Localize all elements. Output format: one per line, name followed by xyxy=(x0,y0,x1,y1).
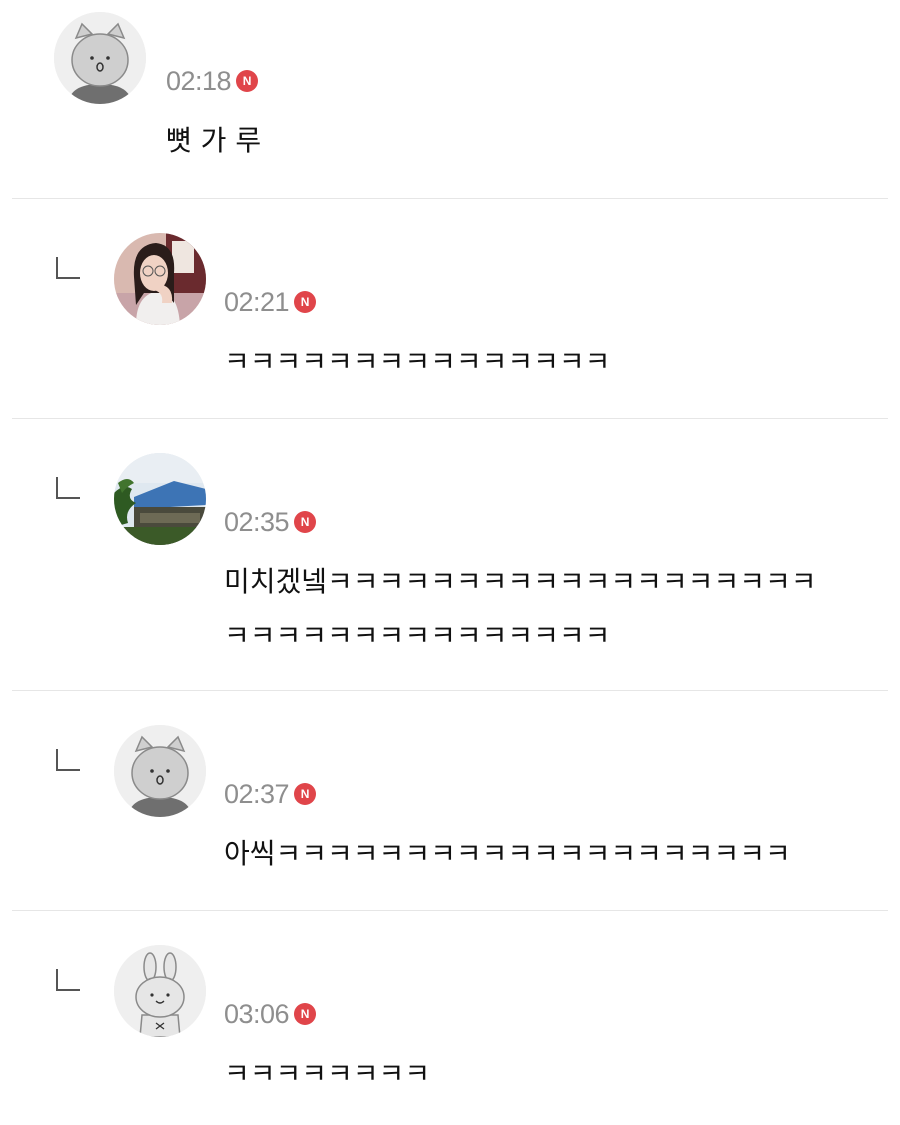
reply-item: 02:37 N 아씩ㅋㅋㅋㅋㅋㅋㅋㅋㅋㅋㅋㅋㅋㅋㅋㅋㅋㅋㅋㅋ xyxy=(0,691,900,910)
reply-item: 02:21 N ㅋㅋㅋㅋㅋㅋㅋㅋㅋㅋㅋㅋㅋㅋㅋ xyxy=(0,199,900,418)
comment-meta: 02:35 N xyxy=(224,505,317,539)
reply-arrow-icon xyxy=(56,969,80,991)
rabbit-avatar-icon[interactable] xyxy=(114,945,206,1037)
comment-time: 03:06 xyxy=(224,998,290,1029)
reply-arrow-icon xyxy=(56,257,80,279)
new-badge-icon: N xyxy=(294,511,317,533)
comment-time: 02:21 xyxy=(224,286,290,317)
reply-arrow-icon xyxy=(56,477,80,499)
comment-item: 02:18 N 뼛 가 루 xyxy=(0,0,900,198)
reply-item: 02:35 N 미치겠넼ㅋㅋㅋㅋㅋㅋㅋㅋㅋㅋㅋㅋㅋㅋㅋㅋㅋㅋㅋㅋㅋㅋㅋㅋㅋㅋㅋㅋ… xyxy=(0,419,900,690)
reply-arrow-icon xyxy=(56,749,80,771)
comment-text: ㅋㅋㅋㅋㅋㅋㅋㅋ xyxy=(224,1057,431,1090)
comment-text: ㅋㅋㅋㅋㅋㅋㅋㅋㅋㅋㅋㅋㅋㅋㅋ xyxy=(224,345,611,378)
comment-text: 아씩ㅋㅋㅋㅋㅋㅋㅋㅋㅋㅋㅋㅋㅋㅋㅋㅋㅋㅋㅋㅋ xyxy=(224,837,791,870)
comment-text: 뼛 가 루 xyxy=(166,124,262,157)
new-badge-icon: N xyxy=(236,70,259,92)
new-badge-icon: N xyxy=(294,291,317,313)
cat-avatar-icon[interactable] xyxy=(54,12,146,104)
comment-meta: 02:21 N xyxy=(224,285,317,319)
new-badge-icon: N xyxy=(294,1003,317,1025)
comment-text: 미치겠넼ㅋㅋㅋㅋㅋㅋㅋㅋㅋㅋㅋㅋㅋㅋㅋㅋㅋㅋㅋㅋㅋㅋㅋㅋㅋㅋㅋㅋㅋㅋㅋㅋㅋㅋ xyxy=(224,565,817,652)
building-photo-avatar-icon[interactable] xyxy=(114,453,206,545)
comment-meta: 02:18 N xyxy=(166,64,259,98)
cat-avatar-icon[interactable] xyxy=(114,725,206,817)
comment-time: 02:37 xyxy=(224,778,290,809)
user-photo-avatar-icon[interactable] xyxy=(114,233,206,325)
reply-item: 03:06 N ㅋㅋㅋㅋㅋㅋㅋㅋ xyxy=(0,911,900,1125)
new-badge-icon: N xyxy=(294,783,317,805)
comment-time: 02:35 xyxy=(224,506,290,537)
comment-time: 02:18 xyxy=(166,65,232,96)
comment-meta: 02:37 N xyxy=(224,777,317,811)
comment-meta: 03:06 N xyxy=(224,997,317,1031)
